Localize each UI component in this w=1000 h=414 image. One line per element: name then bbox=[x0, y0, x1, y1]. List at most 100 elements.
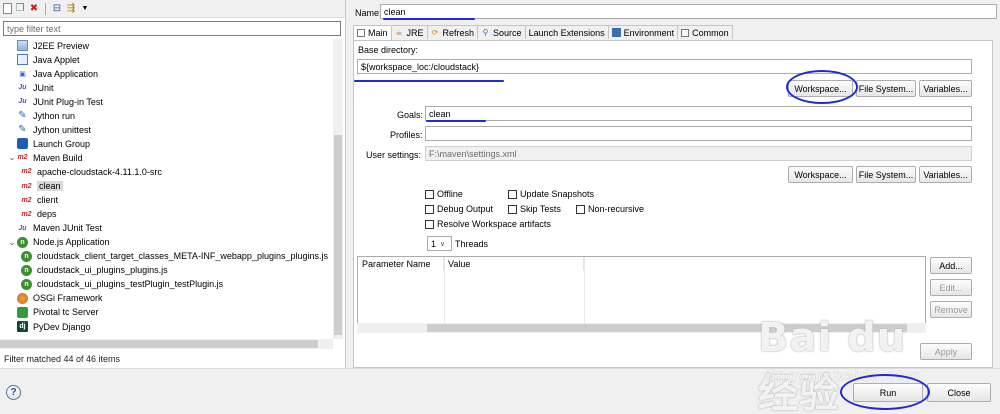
goals-field[interactable]: clean bbox=[425, 106, 972, 121]
maven-icon: m2 bbox=[21, 210, 32, 218]
tree-item-label: cloudstack_client_target_classes_META-IN… bbox=[37, 251, 328, 262]
add-parameter-button[interactable]: Add... bbox=[930, 257, 972, 274]
tree-item[interactable]: ✎ Jython run bbox=[7, 109, 75, 122]
tree-item-label: Jython unittest bbox=[33, 124, 92, 135]
scroll-thumb[interactable] bbox=[334, 135, 342, 335]
filter-icon[interactable]: ⇶ bbox=[65, 3, 77, 15]
tab-main[interactable]: Main bbox=[353, 25, 392, 40]
tree-item[interactable]: n cloudstack_ui_plugins_testPlugin_testPl… bbox=[21, 278, 223, 291]
threads-label: Threads bbox=[455, 239, 489, 249]
tree-item[interactable]: Launch Group bbox=[7, 137, 90, 150]
scroll-thumb[interactable] bbox=[0, 340, 318, 348]
collapse-all-icon[interactable]: ⊟ bbox=[51, 3, 63, 15]
tree-item[interactable]: J2EE Preview bbox=[7, 39, 89, 52]
new-config-icon[interactable] bbox=[3, 3, 12, 14]
tree-item[interactable]: Pivotal tc Server bbox=[7, 306, 99, 319]
tree-item-label: Maven JUnit Test bbox=[33, 223, 102, 234]
tree-item[interactable]: Ju JUnit Plug-in Test bbox=[7, 95, 102, 108]
duplicate-icon[interactable]: ❐ bbox=[14, 3, 26, 15]
remove-parameter-button[interactable]: Remove bbox=[930, 301, 972, 318]
non-recursive-checkbox[interactable]: Non-recursive bbox=[576, 204, 644, 214]
name-label: Name: bbox=[355, 8, 382, 18]
base-variables-button[interactable]: Variables... bbox=[919, 80, 972, 97]
tab-environment[interactable]: Environment bbox=[607, 25, 679, 39]
parameter-table[interactable]: Parameter Name Value bbox=[357, 256, 926, 329]
tree-item-label: clean bbox=[37, 181, 63, 191]
checkbox-box[interactable] bbox=[508, 204, 517, 214]
annotation-circle-run bbox=[840, 374, 930, 410]
column-divider bbox=[584, 257, 585, 329]
tree-item[interactable]: dj PyDev Django bbox=[7, 320, 91, 333]
tree-item[interactable]: ⌄ m2 Maven Build bbox=[7, 151, 83, 164]
django-icon: dj bbox=[17, 321, 28, 332]
tree-item-label: Java Applet bbox=[33, 54, 80, 65]
tree-item[interactable]: n cloudstack_client_target_classes_META-I… bbox=[21, 250, 328, 263]
settings-variables-button[interactable]: Variables... bbox=[919, 166, 972, 183]
applet-icon bbox=[17, 54, 28, 66]
threads-select[interactable]: 1 ∨ bbox=[427, 236, 452, 251]
maven-icon: m2 bbox=[17, 154, 28, 162]
nodejs-icon: n bbox=[21, 264, 32, 276]
checkbox-label: Non-recursive bbox=[588, 204, 645, 214]
update-snapshots-checkbox[interactable]: Update Snapshots bbox=[508, 189, 594, 199]
base-directory-field[interactable]: ${workspace_loc:/cloudstack} bbox=[357, 59, 972, 74]
tree-item[interactable]: m2 client bbox=[21, 194, 58, 207]
delete-icon[interactable]: ✖ bbox=[28, 3, 40, 15]
user-settings-field[interactable]: F:\maven\settings.xml bbox=[425, 146, 972, 161]
tree-item[interactable]: Java Applet bbox=[7, 53, 80, 66]
environment-icon bbox=[611, 28, 621, 37]
tree-item-label: cloudstack_ui_plugins_testPlugin_testPlu… bbox=[37, 279, 224, 290]
view-menu-icon[interactable]: ▼ bbox=[79, 3, 91, 15]
tree-item-label: apache-cloudstack-4.11.1.0-src bbox=[37, 166, 162, 177]
nodejs-icon: n bbox=[17, 236, 28, 248]
junit-plugin-icon: Ju bbox=[18, 98, 27, 106]
scroll-thumb[interactable] bbox=[427, 324, 907, 332]
tree-horizontal-scrollbar[interactable] bbox=[0, 339, 333, 349]
tree-item[interactable]: m2 deps bbox=[21, 208, 56, 221]
chevron-down-icon[interactable]: ⌄ bbox=[7, 153, 17, 162]
name-field[interactable]: clean bbox=[380, 4, 997, 19]
settings-filesystem-button[interactable]: File System... bbox=[856, 166, 916, 183]
column-header-value[interactable]: Value bbox=[444, 257, 584, 271]
offline-checkbox[interactable]: Offline bbox=[425, 189, 463, 199]
tree-vertical-scrollbar[interactable] bbox=[333, 39, 343, 339]
skip-tests-checkbox[interactable]: Skip Tests bbox=[508, 204, 561, 214]
column-header-parameter-name[interactable]: Parameter Name bbox=[358, 257, 444, 271]
close-button[interactable]: Close bbox=[927, 383, 991, 402]
tab-jre[interactable]: ☕ JRE bbox=[390, 25, 428, 39]
tree-item[interactable]: m2 clean bbox=[21, 180, 63, 193]
tree-item[interactable]: n cloudstack_ui_plugins_plugins.js bbox=[21, 264, 168, 277]
tree-item[interactable]: ⌄ n Node.js Application bbox=[7, 236, 110, 249]
tree-item[interactable]: ✎ Jython unittest bbox=[7, 123, 91, 136]
apply-button[interactable]: Apply bbox=[920, 343, 972, 360]
tree-item-label: PyDev Django bbox=[33, 321, 91, 332]
checkbox-box[interactable] bbox=[425, 204, 434, 214]
profiles-field[interactable] bbox=[425, 126, 972, 141]
debug-output-checkbox[interactable]: Debug Output bbox=[425, 204, 493, 214]
parameter-table-hscroll[interactable] bbox=[357, 323, 926, 333]
chevron-down-icon[interactable]: ⌄ bbox=[7, 238, 17, 247]
tree-item[interactable]: ▣ Java Application bbox=[7, 67, 98, 80]
tab-refresh[interactable]: ⟳ Refresh bbox=[426, 25, 479, 39]
tree-item[interactable]: m2 apache-cloudstack-4.11.1.0-src bbox=[21, 165, 162, 178]
tree-item[interactable]: OSGi Framework bbox=[7, 292, 103, 305]
filter-input[interactable] bbox=[3, 21, 341, 36]
junit-icon: Ju bbox=[18, 224, 27, 232]
settings-workspace-button[interactable]: Workspace... bbox=[788, 166, 853, 183]
annotation-underline-goals bbox=[426, 120, 486, 122]
tab-launch-extensions[interactable]: Launch Extensions bbox=[524, 25, 609, 39]
checkbox-box[interactable] bbox=[508, 189, 517, 199]
checkbox-box[interactable] bbox=[425, 189, 434, 199]
checkbox-box[interactable] bbox=[425, 219, 434, 229]
checkbox-box[interactable] bbox=[576, 204, 585, 214]
tree-item[interactable]: Ju JUnit bbox=[7, 81, 53, 94]
edit-parameter-button[interactable]: Edit... bbox=[930, 279, 972, 296]
tab-label: Common bbox=[692, 27, 729, 38]
tab-source[interactable]: ⚲ Source bbox=[477, 25, 526, 39]
config-tabs: Main ☕ JRE ⟳ Refresh ⚲ Source Launch Extens… bbox=[353, 25, 733, 40]
tab-common[interactable]: Common bbox=[677, 25, 733, 39]
resolve-workspace-checkbox[interactable]: Resolve Workspace artifacts bbox=[425, 219, 551, 229]
base-filesystem-button[interactable]: File System... bbox=[856, 80, 916, 97]
tree-item[interactable]: Ju Maven JUnit Test bbox=[7, 222, 102, 235]
help-icon[interactable]: ? bbox=[6, 385, 21, 400]
